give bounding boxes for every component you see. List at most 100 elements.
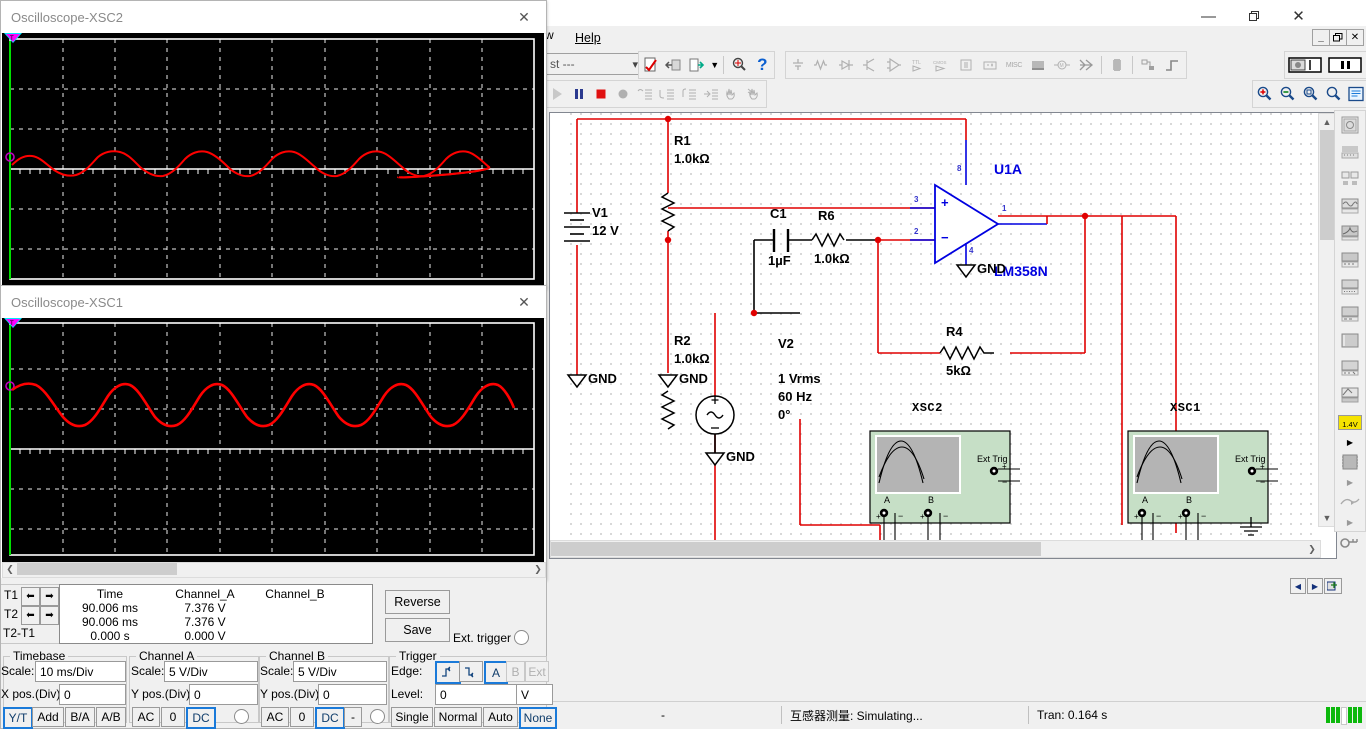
trigger-source-a[interactable]: A [484,661,508,684]
word-generator-icon[interactable] [1337,274,1363,300]
ni-arrow-icon[interactable]: ▶ [1337,516,1363,528]
back-annotate-icon[interactable] [662,53,685,77]
ttl-icon[interactable]: TTL [906,53,930,77]
t1-left-arrow-button[interactable]: ⬅ [21,587,40,606]
timebase-scale-input[interactable]: 10 ms/Div [35,661,126,682]
channel-a-radio[interactable] [234,709,249,724]
hscroll-thumb[interactable] [551,542,1041,556]
transistor-icon[interactable] [858,53,882,77]
current-probe-icon[interactable] [1337,529,1363,555]
channel-b-coupling-gnd[interactable]: 0 [290,707,314,727]
ni-elvis-icon[interactable] [1337,489,1363,515]
t2-left-arrow-button[interactable]: ⬅ [21,606,40,625]
trigger-mode-auto[interactable]: Auto [483,707,518,727]
schematic-sheet[interactable]: Ext Trig + − A B + − + − Ext Trig + − A … [550,113,1319,541]
bus-icon[interactable] [1160,53,1184,77]
labview-instruments-icon[interactable] [1337,449,1363,475]
xsc2-screen[interactable]: T [2,33,544,286]
trigger-level-unit[interactable]: V [516,684,553,705]
labview-arrow-icon[interactable]: ▶ [1337,476,1363,488]
function-generator-icon[interactable] [1337,139,1363,165]
multimeter-icon[interactable] [1337,112,1363,138]
trigger-level-input[interactable]: 0 [435,684,521,705]
t2-right-arrow-button[interactable]: ➡ [40,606,59,625]
in-use-list-icon[interactable] [1285,53,1325,77]
trigger-source-b[interactable]: B [506,661,525,682]
measurement-probe-icon[interactable] [1337,382,1363,408]
scope-hscrollbar[interactable]: ❮ ❯ [2,562,546,578]
channel-b-scale-input[interactable]: 5 V/Div [293,661,387,682]
sheet-hscrollbar[interactable]: ❯ [550,540,1321,558]
save-button[interactable]: Save [385,618,450,642]
bode-plotter-icon[interactable] [1337,220,1363,246]
power-icon[interactable]: M [1050,53,1074,77]
zoom-sheet-icon[interactable] [1344,82,1366,106]
mdi-restore-button[interactable] [1329,29,1347,46]
scope-hscroll-thumb[interactable] [17,563,177,575]
next-sheet-icon[interactable]: ▶ [1307,578,1323,594]
export-dropdown-caret-icon[interactable]: ▼ [709,53,721,77]
logic-analyzer-icon[interactable] [1337,328,1363,354]
channel-a-coupling-ac[interactable]: AC [132,707,160,727]
mdi-close-icon[interactable]: ✕ [1346,29,1364,46]
scope-scroll-left-arrow[interactable]: ❮ [3,563,17,575]
vscroll-thumb[interactable] [1320,130,1334,240]
mixed-icon[interactable] [978,53,1002,77]
scroll-right-arrow[interactable]: ❯ [1304,541,1320,557]
design-list-combo[interactable]: st --- ▾ [545,53,641,75]
pause-icon[interactable] [568,82,590,106]
channel-b-ypos-input[interactable]: 0 [318,684,387,705]
iv-analyzer-icon[interactable] [1337,355,1363,381]
zoom-in-icon[interactable] [1253,82,1276,106]
wattmeter-icon[interactable] [1337,166,1363,192]
probe-arrow-icon[interactable]: ▶ [1337,436,1363,448]
channel-a-coupling-dc[interactable]: DC [186,707,216,729]
source-icon[interactable] [786,53,810,77]
timebase-mode-add[interactable]: Add [32,707,64,727]
misc-digital-icon[interactable] [954,53,978,77]
analog-icon[interactable] [882,53,906,77]
new-sheet-icon[interactable] [1324,578,1342,594]
oscilloscope-icon[interactable] [1337,193,1363,219]
resume-hand-icon[interactable] [744,82,766,106]
mdi-close-button[interactable]: ✕ [1346,29,1364,46]
export-icon[interactable] [686,53,709,77]
timebase-mode-yt[interactable]: Y/T [3,707,33,729]
schematic-canvas[interactable]: Ext Trig + − A B + − + − Ext Trig + − A … [549,112,1337,559]
record-icon[interactable] [612,82,634,106]
xsc1-close-button[interactable]: ✕ [502,287,546,318]
xsc1-screen[interactable]: T [2,318,544,562]
indicator-icon[interactable] [1026,53,1050,77]
trigger-rising-edge-button[interactable] [435,661,461,684]
erc-check-icon[interactable] [639,53,662,77]
scroll-down-arrow[interactable]: ▼ [1319,510,1335,526]
scope-scroll-right-arrow[interactable]: ❯ [531,563,545,575]
help-icon[interactable]: ? [751,53,774,77]
t1-right-arrow-button[interactable]: ➡ [40,587,59,606]
logic-converter-icon[interactable] [1337,301,1363,327]
diode-icon[interactable] [834,53,858,77]
sheet-tab-nav[interactable]: ◀ ▶ [1290,578,1342,594]
pause-hand-icon[interactable] [722,82,744,106]
find-icon[interactable] [727,53,750,77]
menu-item-help[interactable]: Help [567,28,609,48]
channel-a-scale-input[interactable]: 5 V/Div [164,661,258,682]
scroll-up-arrow[interactable]: ▲ [1319,114,1335,130]
frequency-counter-icon[interactable] [1337,247,1363,273]
zoom-fit-icon[interactable] [1321,82,1344,106]
trigger-mode-normal[interactable]: Normal [434,707,482,727]
mdi-minimize-icon[interactable]: _ [1312,29,1330,46]
channel-a-coupling-gnd[interactable]: 0 [161,707,185,727]
timebase-mode-ab[interactable]: A/B [96,707,126,727]
voltage-probe-icon[interactable]: 1.4V [1337,409,1363,435]
step-into-icon[interactable] [634,82,656,106]
timebase-mode-ba[interactable]: B/A [65,707,95,727]
pause-simulation-icon[interactable] [1325,53,1365,77]
prev-sheet-icon[interactable]: ◀ [1290,578,1306,594]
hierarchical-block-icon[interactable] [1136,53,1160,77]
channel-b-coupling-dc[interactable]: DC [315,707,345,729]
trigger-source-ext[interactable]: Ext [525,661,549,682]
stop-icon[interactable] [590,82,612,106]
step-over-icon[interactable] [656,82,678,106]
zoom-out-icon[interactable] [1276,82,1299,106]
